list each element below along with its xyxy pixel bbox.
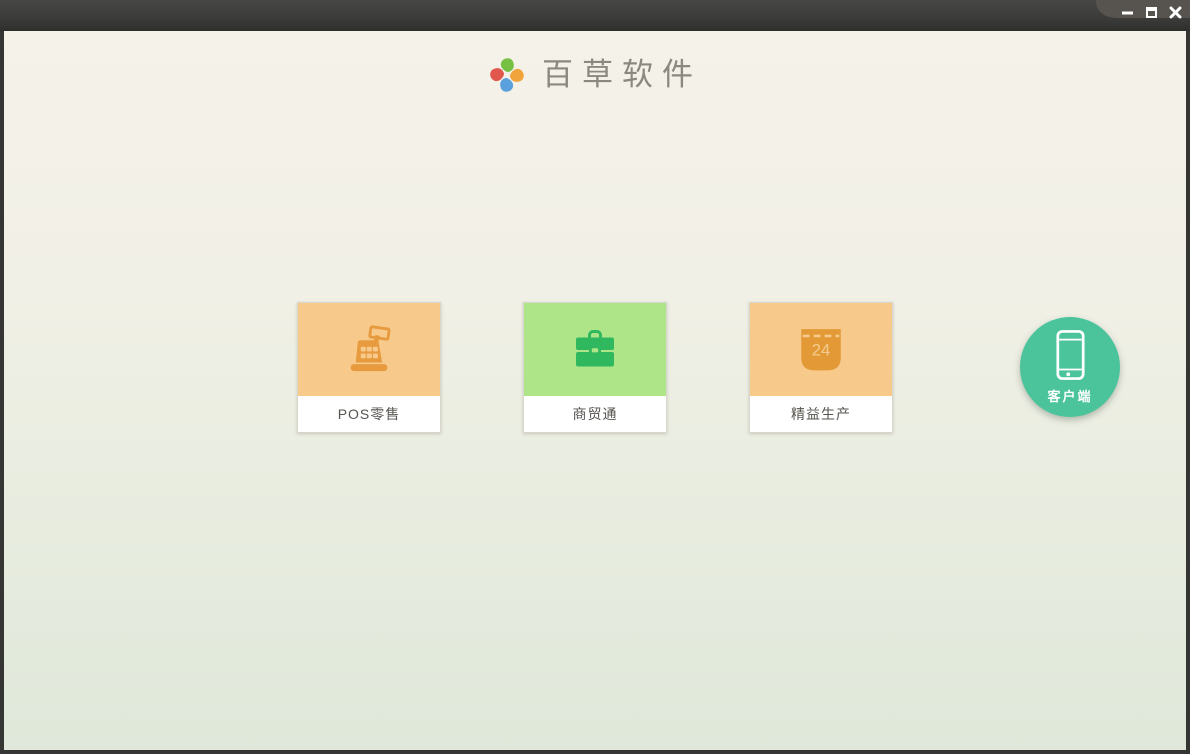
main-content: 百草软件 POS零售 商贸通 24 精益生产 客户端 <box>4 31 1186 750</box>
app-logo: 百草软件 <box>4 55 1186 95</box>
calendar-icon: 24 <box>801 328 841 370</box>
maximize-icon <box>1146 6 1157 18</box>
window-controls <box>1119 0 1184 24</box>
minimize-button[interactable] <box>1119 4 1136 21</box>
client-button-label: 客户端 <box>1047 389 1093 404</box>
smartphone-icon <box>1055 330 1085 380</box>
close-icon <box>1169 6 1182 18</box>
product-card-trade-panel <box>524 303 666 396</box>
product-card-lean-label: 精益生产 <box>750 396 892 432</box>
product-card-lean-panel: 24 <box>750 303 892 396</box>
product-card-pos-panel <box>298 303 440 396</box>
app-window: 百草软件 POS零售 商贸通 24 精益生产 客户端 <box>0 0 1190 754</box>
product-card-pos-label: POS零售 <box>298 396 440 432</box>
briefcase-icon <box>576 329 614 366</box>
cash-register-icon <box>350 324 391 371</box>
product-card-trade-label: 商贸通 <box>524 396 666 432</box>
maximize-button[interactable] <box>1143 4 1160 21</box>
minimize-icon <box>1122 11 1133 14</box>
calendar-day: 24 <box>812 340 831 359</box>
pinwheel-icon <box>490 58 524 92</box>
product-card-trade[interactable]: 商贸通 <box>523 302 667 433</box>
product-card-lean[interactable]: 24 精益生产 <box>749 302 893 433</box>
close-button[interactable] <box>1167 4 1184 21</box>
titlebar <box>0 0 1190 31</box>
app-name: 百草软件 <box>542 56 702 93</box>
client-button[interactable]: 客户端 <box>1020 317 1120 417</box>
product-card-pos[interactable]: POS零售 <box>297 302 441 433</box>
